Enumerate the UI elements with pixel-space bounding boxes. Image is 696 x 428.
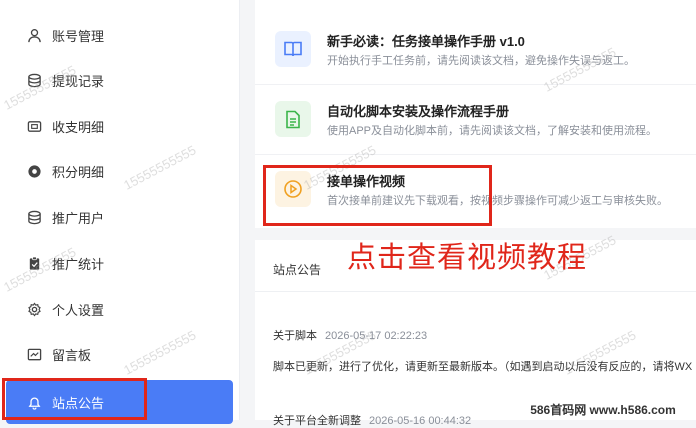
sidebar-item-points[interactable]: 积分明细 xyxy=(6,149,232,193)
announcement-time: 2026-05-17 02:22:23 xyxy=(325,330,428,342)
announcement-title: 关于平台全新调整 xyxy=(273,415,361,427)
highlight-box-announcements xyxy=(2,378,147,420)
announcement-item[interactable]: 关于脚本 2026-05-17 02:22:23 xyxy=(273,327,427,343)
database-icon xyxy=(26,72,42,88)
sidebar-item-label: 推广用户 xyxy=(52,210,105,226)
doc-title: 新手必读：任务接单操作手册 v1.0 xyxy=(327,34,525,49)
doc-item-manual[interactable]: 新手必读：任务接单操作手册 v1.0 开始执行手工任务前，请先阅读该文档，避免操… xyxy=(255,15,696,85)
wallet-icon xyxy=(26,118,42,134)
sidebar-item-settings[interactable]: 个人设置 xyxy=(6,287,232,331)
highlight-box-video xyxy=(263,165,492,226)
sidebar-item-label: 账号管理 xyxy=(52,28,105,44)
doc-title: 自动化脚本安装及操作流程手册 xyxy=(327,104,510,119)
sidebar-item-withdraw[interactable]: 提现记录 xyxy=(6,58,232,102)
book-icon xyxy=(275,31,311,67)
clipboard-icon xyxy=(26,255,42,271)
sidebar-item-referral-stats[interactable]: 推广统计 xyxy=(6,241,232,285)
doc-item-script-manual[interactable]: 自动化脚本安装及操作流程手册 使用APP及自动化脚本前，请先阅读该文档，了解安装… xyxy=(255,85,696,155)
announcement-item[interactable]: 关于平台全新调整 2026-05-16 00:44:32 xyxy=(273,412,471,428)
sidebar-item-referrals[interactable]: 推广用户 xyxy=(6,195,232,239)
doc-description: 开始执行手工任务前，请先阅读该文档，避免操作失误与返工。 xyxy=(327,55,635,67)
sidebar: 账号管理 提现记录 收支明细 积分明细 推广用户 推广统计 个人设置 留言板 站… xyxy=(0,0,240,424)
sidebar-item-account[interactable]: 账号管理 xyxy=(6,13,232,57)
announcement-heading: 站点公告 xyxy=(273,263,322,277)
annotation-text: 点击查看视频教程 xyxy=(347,240,588,274)
sidebar-item-message-board[interactable]: 留言板 xyxy=(6,332,232,376)
user-icon xyxy=(26,27,42,43)
sidebar-item-label: 个人设置 xyxy=(52,302,105,318)
sidebar-item-label: 留言板 xyxy=(52,347,92,363)
sidebar-item-label: 积分明细 xyxy=(52,164,105,180)
site-watermark: 586首码网 www.h586.com xyxy=(510,398,696,420)
announcement-body: 脚本已更新，进行了优化，请更新至最新版本。（如遇到启动以后没有反应的，请将WX xyxy=(273,361,693,373)
sidebar-item-label: 收支明细 xyxy=(52,119,105,135)
doc-description: 使用APP及自动化脚本前，请先阅读该文档，了解安装和使用流程。 xyxy=(327,125,658,137)
sidebar-item-balance[interactable]: 收支明细 xyxy=(6,104,232,148)
database-icon xyxy=(26,209,42,225)
document-icon xyxy=(275,101,311,137)
sidebar-item-label: 推广统计 xyxy=(52,256,105,272)
announcement-title: 关于脚本 xyxy=(273,330,317,342)
gear-icon xyxy=(26,301,42,317)
message-icon xyxy=(26,346,42,362)
points-icon xyxy=(26,163,42,179)
announcement-time: 2026-05-16 00:44:32 xyxy=(369,415,472,427)
sidebar-item-label: 提现记录 xyxy=(52,73,105,89)
